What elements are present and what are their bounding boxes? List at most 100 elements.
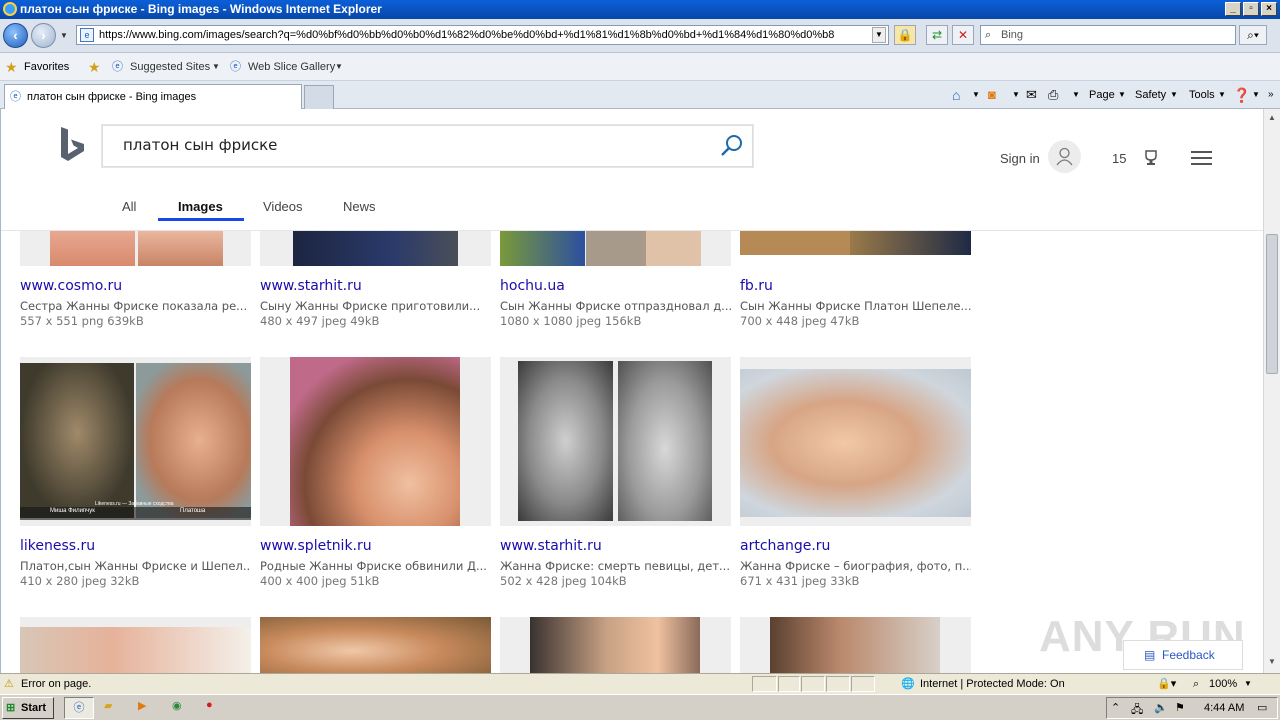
ie-search-placeholder: Bing xyxy=(1001,29,1024,41)
scope-videos-tab[interactable]: Videos xyxy=(263,199,303,214)
address-dropdown-icon[interactable]: ▼ xyxy=(872,27,886,43)
result-image[interactable] xyxy=(740,617,971,673)
chevron-down-icon[interactable]: ▼ xyxy=(1244,674,1252,694)
tab-bing-images[interactable]: ⓔ платон сын фриске - Bing images xyxy=(4,84,302,109)
flag-icon[interactable]: ⚑ xyxy=(1175,701,1185,714)
result-image[interactable] xyxy=(740,357,971,526)
more-commands-icon[interactable]: » xyxy=(1268,81,1274,109)
result-image[interactable] xyxy=(260,617,491,673)
result-image[interactable] xyxy=(20,231,251,266)
sign-in-link[interactable]: Sign in xyxy=(1000,151,1040,166)
explorer-icon[interactable]: ▰ xyxy=(104,699,112,712)
suggested-sites-link[interactable]: Suggested Sites xyxy=(130,53,210,81)
chevron-down-icon[interactable]: ▼ xyxy=(212,53,220,81)
result-source-link[interactable]: artchange.ru xyxy=(740,538,830,554)
result-meta: 400 x 400 jpeg 51kB xyxy=(260,574,380,588)
tray-expand-icon[interactable]: ⌃ xyxy=(1111,701,1120,714)
clock[interactable]: 4:44 AM xyxy=(1204,702,1244,714)
status-message[interactable]: Error on page. xyxy=(21,674,91,694)
result-source-link[interactable]: www.starhit.ru xyxy=(500,538,602,554)
result-source-link[interactable]: www.starhit.ru xyxy=(260,278,362,294)
page-viewport: платон сын фриске Sign in 15 All Images … xyxy=(0,109,1263,673)
result-source-link[interactable]: likeness.ru xyxy=(20,538,95,554)
volume-icon[interactable]: 🔈 xyxy=(1154,701,1168,714)
favorites-button[interactable]: Favorites xyxy=(24,53,69,81)
result-source-link[interactable]: www.cosmo.ru xyxy=(20,278,122,294)
result-image[interactable] xyxy=(260,231,491,266)
chevron-down-icon[interactable]: ▼ xyxy=(1252,81,1260,109)
result-image[interactable] xyxy=(260,357,491,526)
rewards-count[interactable]: 15 xyxy=(1112,151,1126,166)
media-player-icon[interactable]: ▶ xyxy=(138,699,146,712)
result-source-link[interactable]: hochu.ua xyxy=(500,278,565,294)
result-image[interactable] xyxy=(500,231,731,266)
ie-search-input[interactable]: ⌕ Bing xyxy=(980,25,1236,45)
back-button[interactable]: ‹ xyxy=(3,23,28,48)
scope-all-tab[interactable]: All xyxy=(122,199,136,214)
app-icon[interactable]: ● xyxy=(206,699,213,711)
result-source-link[interactable]: fb.ru xyxy=(740,278,773,294)
start-button[interactable]: ⊞ Start xyxy=(2,697,54,719)
window-titlebar: платон сын фриске - Bing images - Window… xyxy=(0,0,1280,19)
page-menu[interactable]: Page xyxy=(1089,81,1115,109)
chrome-icon[interactable]: ◉ xyxy=(172,699,182,712)
vertical-scrollbar[interactable]: ▲ ▼ xyxy=(1263,109,1280,673)
chevron-down-icon[interactable]: ▼ xyxy=(1218,81,1226,109)
scrollbar-thumb[interactable] xyxy=(1266,234,1278,374)
stop-icon[interactable]: ✕ xyxy=(952,25,974,45)
ie-search-button[interactable]: ⌕▾ xyxy=(1239,25,1267,45)
result-image[interactable] xyxy=(740,231,971,255)
zoom-icon[interactable]: ⌕ xyxy=(1193,674,1199,694)
result-image[interactable] xyxy=(500,617,731,673)
result-image[interactable]: Миша Филипчук Likeness.ru — Забавные схо… xyxy=(20,357,251,526)
result-image[interactable] xyxy=(500,357,731,526)
maximize-button[interactable]: ▫ xyxy=(1243,2,1259,16)
chevron-down-icon[interactable]: ▼ xyxy=(972,81,980,109)
tab-title: платон сын фриске - Bing images xyxy=(27,91,197,103)
close-window-button[interactable]: × xyxy=(1261,2,1277,16)
web-slice-gallery-link[interactable]: Web Slice Gallery xyxy=(248,53,335,81)
warning-icon[interactable]: ⚠ xyxy=(4,674,14,694)
favorites-bar: ★ Favorites ★ ⓔ Suggested Sites ▼ ⓔ Web … xyxy=(0,53,1280,81)
chevron-down-icon[interactable]: ▼ xyxy=(1118,81,1126,109)
recent-pages-dropdown-icon[interactable]: ▼ xyxy=(60,31,68,40)
address-bar[interactable]: e https://www.bing.com/images/search?q=%… xyxy=(76,25,889,45)
chevron-down-icon[interactable]: ▼ xyxy=(1012,81,1020,109)
chevron-down-icon[interactable]: ▼ xyxy=(335,53,343,81)
rss-feed-icon[interactable]: ◙ xyxy=(988,81,996,109)
search-icon[interactable] xyxy=(719,133,745,159)
new-tab-button[interactable] xyxy=(304,85,334,109)
lock-icon[interactable]: 🔒▾ xyxy=(1157,674,1176,694)
ie-navigation-bar: ‹ › ▼ e https://www.bing.com/images/sear… xyxy=(0,19,1280,53)
refresh-icon[interactable]: ⇄ xyxy=(926,25,948,45)
scope-images-tab[interactable]: Images xyxy=(178,199,223,214)
network-icon[interactable]: 🖧 xyxy=(1131,701,1143,720)
tools-menu[interactable]: Tools xyxy=(1189,81,1215,109)
read-mail-icon[interactable]: ✉ xyxy=(1026,81,1037,109)
print-icon[interactable]: ⎙ xyxy=(1048,81,1058,109)
bing-logo-icon[interactable] xyxy=(59,126,89,166)
taskbar-ie-button[interactable]: ⓔ xyxy=(64,697,94,719)
lock-icon[interactable]: 🔒 xyxy=(894,25,916,45)
result-image[interactable] xyxy=(20,617,251,673)
help-icon[interactable]: ❓ xyxy=(1233,81,1250,109)
security-zone[interactable]: Internet | Protected Mode: On xyxy=(920,674,1065,694)
home-icon[interactable]: ⌂ xyxy=(952,81,960,109)
safety-menu[interactable]: Safety xyxy=(1135,81,1166,109)
scroll-down-arrow-icon[interactable]: ▼ xyxy=(1266,655,1278,669)
bing-search-input[interactable]: платон сын фриске xyxy=(102,125,753,167)
add-favorite-icon[interactable]: ★ xyxy=(88,53,101,81)
result-source-link[interactable]: www.spletnik.ru xyxy=(260,538,372,554)
scope-news-tab[interactable]: News xyxy=(343,199,376,214)
scroll-up-arrow-icon[interactable]: ▲ xyxy=(1266,111,1278,125)
zoom-level[interactable]: 100% xyxy=(1209,674,1237,694)
minimize-button[interactable]: _ xyxy=(1225,2,1241,16)
feedback-button[interactable]: ▤ Feedback xyxy=(1123,640,1243,670)
show-desktop-icon[interactable]: ▭ xyxy=(1257,701,1267,714)
hamburger-menu-icon[interactable] xyxy=(1191,151,1212,165)
chevron-down-icon[interactable]: ▼ xyxy=(1170,81,1178,109)
avatar[interactable] xyxy=(1048,140,1081,173)
forward-button[interactable]: › xyxy=(31,23,56,48)
chevron-down-icon[interactable]: ▼ xyxy=(1072,81,1080,109)
trophy-icon[interactable] xyxy=(1142,149,1160,167)
